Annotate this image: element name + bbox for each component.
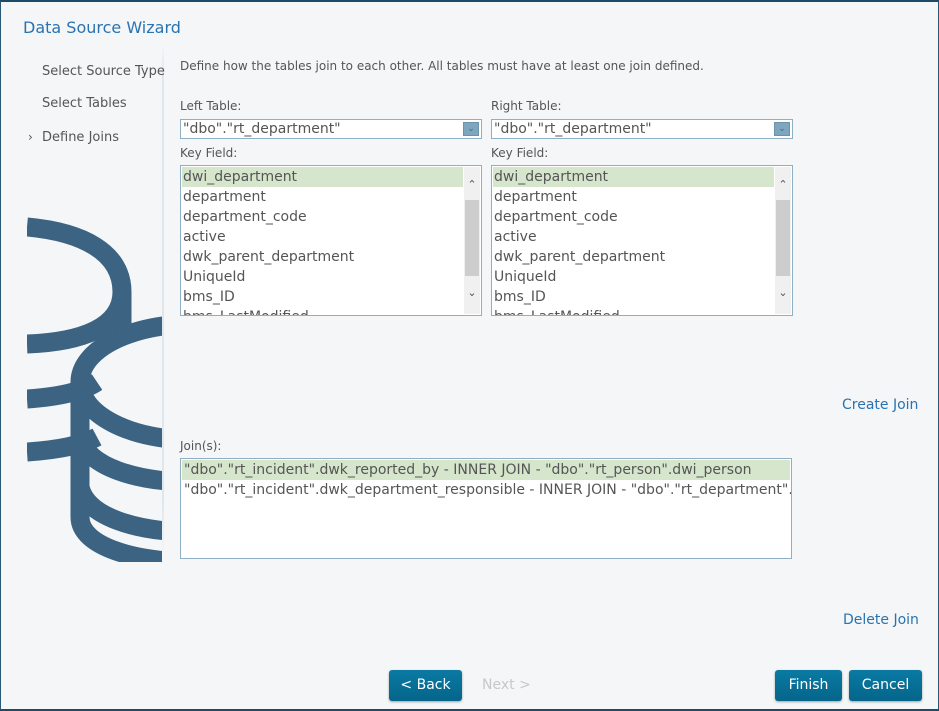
right-table-select[interactable]: "dbo"."rt_department" ⌄	[491, 119, 793, 139]
list-item[interactable]: dwi_department	[493, 167, 774, 187]
chevron-up-icon[interactable]: ⌃	[464, 178, 480, 194]
cancel-button[interactable]: Cancel	[849, 670, 922, 701]
left-table-select[interactable]: "dbo"."rt_department" ⌄	[180, 119, 482, 139]
chevron-down-icon[interactable]: ⌄	[463, 122, 479, 136]
chevron-up-icon[interactable]: ⌃	[775, 178, 791, 194]
window-title: Data Source Wizard	[23, 18, 181, 37]
finish-button[interactable]: Finish	[775, 670, 842, 701]
sidebar-item-label: Select Tables	[42, 96, 127, 111]
sidebar-item-select-tables[interactable]: Select Tables	[42, 96, 127, 111]
delete-join-link[interactable]: Delete Join	[843, 612, 919, 628]
database-icon	[27, 202, 162, 562]
list-item[interactable]: UniqueId	[182, 267, 463, 287]
list-item[interactable]: bms_ID	[182, 287, 463, 307]
list-item[interactable]: bms_ID	[493, 287, 774, 307]
scrollbar-thumb[interactable]	[465, 200, 479, 276]
list-item[interactable]: dwi_department	[182, 167, 463, 187]
scrollbar[interactable]: ⌃ ⌄	[464, 167, 480, 314]
joins-list[interactable]: "dbo"."rt_incident".dwk_reported_by - IN…	[180, 458, 792, 559]
left-table-label: Left Table:	[180, 99, 242, 113]
create-join-link[interactable]: Create Join	[842, 397, 918, 413]
list-item[interactable]: active	[182, 227, 463, 247]
scrollbar[interactable]: ⌃ ⌄	[775, 167, 791, 314]
next-button: Next >	[482, 677, 531, 693]
list-item[interactable]: department_code	[182, 207, 463, 227]
list-item[interactable]: bms_LastModified	[493, 307, 774, 315]
chevron-right-icon: ›	[28, 130, 33, 144]
list-item[interactable]: UniqueId	[493, 267, 774, 287]
sidebar-item-define-joins[interactable]: › Define Joins	[28, 130, 119, 145]
list-item[interactable]: department_code	[493, 207, 774, 227]
left-key-field-list[interactable]: dwi_department department department_code a…	[180, 165, 482, 316]
list-item[interactable]: dwk_parent_department	[182, 247, 463, 267]
list-item[interactable]: active	[493, 227, 774, 247]
instructions-text: Define how the tables join to each other…	[180, 59, 704, 73]
join-item[interactable]: "dbo"."rt_incident".dwk_reported_by - IN…	[182, 460, 790, 480]
list-item[interactable]: department	[493, 187, 774, 207]
join-item[interactable]: "dbo"."rt_incident".dwk_department_respo…	[182, 480, 791, 500]
right-table-label: Right Table:	[491, 99, 562, 113]
sidebar-item-label: Select Source Type	[42, 64, 165, 79]
wizard-window: Data Source Wizard Select Source Type Se…	[0, 0, 939, 711]
right-key-field-label: Key Field:	[491, 146, 549, 160]
sidebar-item-label: Define Joins	[42, 130, 119, 145]
scrollbar-thumb[interactable]	[776, 200, 790, 276]
list-item[interactable]: bms_LastModified	[182, 307, 463, 315]
left-key-field-label: Key Field:	[180, 146, 238, 160]
sidebar-item-select-source-type[interactable]: Select Source Type	[42, 64, 165, 79]
chevron-down-icon[interactable]: ⌄	[775, 286, 791, 302]
right-table-value: "dbo"."rt_department"	[494, 121, 652, 137]
list-item[interactable]: department	[182, 187, 463, 207]
chevron-down-icon[interactable]: ⌄	[774, 122, 790, 136]
right-key-field-list[interactable]: dwi_department department department_code a…	[491, 165, 793, 316]
sidebar-divider	[162, 44, 164, 554]
left-table-value: "dbo"."rt_department"	[183, 121, 341, 137]
joins-label: Join(s):	[180, 439, 222, 453]
chevron-down-icon[interactable]: ⌄	[464, 286, 480, 302]
list-item[interactable]: dwk_parent_department	[493, 247, 774, 267]
back-button[interactable]: < Back	[389, 670, 462, 701]
